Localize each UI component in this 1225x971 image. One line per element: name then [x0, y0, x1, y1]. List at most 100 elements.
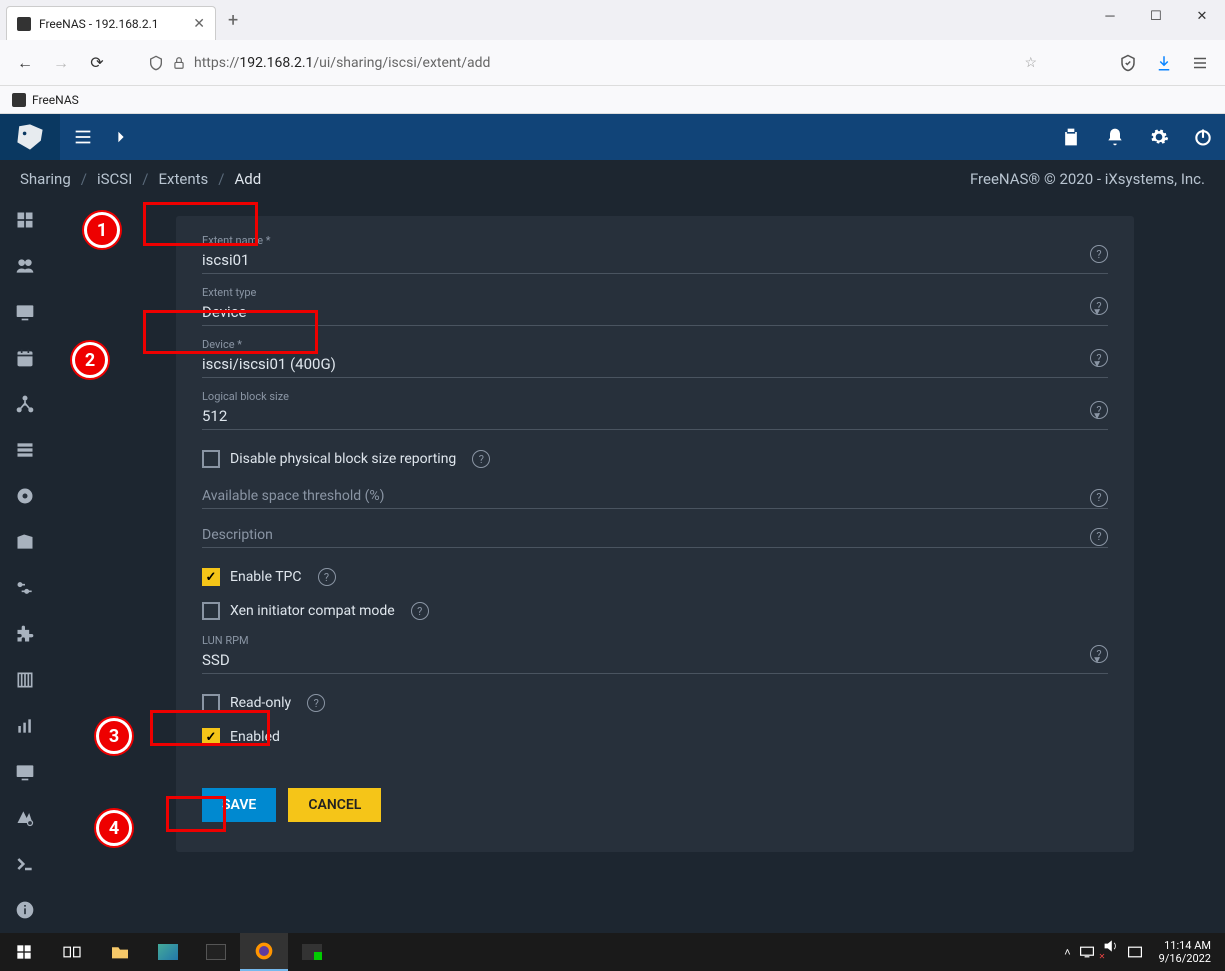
sidebar-guide-icon[interactable] — [13, 898, 37, 922]
help-icon[interactable]: ? — [1090, 245, 1108, 263]
checkbox-checked-icon[interactable]: ✓ — [202, 728, 220, 746]
bookmark-item[interactable]: FreeNAS — [32, 93, 79, 107]
disable-phys-row[interactable]: Disable physical block size reporting ? — [202, 442, 1108, 476]
freenas-logo-icon[interactable] — [0, 114, 60, 160]
save-button[interactable]: SAVE — [202, 788, 276, 822]
extent-type-field[interactable]: Extent type Device▼ ? — [202, 286, 1108, 326]
favicon-icon — [17, 17, 31, 31]
annotation-marker-4: 4 — [96, 810, 132, 846]
breadcrumb-extents[interactable]: Extents — [158, 170, 208, 188]
help-icon[interactable]: ? — [307, 694, 325, 712]
window-minimize[interactable]: ─ — [1087, 0, 1133, 32]
tray-clock[interactable]: 11:14 AM 9/16/2022 — [1151, 939, 1219, 965]
checkbox-unchecked-icon[interactable] — [202, 602, 220, 620]
sidebar-network-icon[interactable] — [13, 392, 37, 416]
clipboard-icon[interactable] — [1049, 114, 1093, 160]
sidebar-shell-icon[interactable] — [13, 852, 37, 876]
device-label: Device * — [202, 338, 1108, 351]
browser-toolbar: ← → ⟳ https://192.168.2.1/ui/sharing/isc… — [0, 40, 1225, 86]
taskbar-app2-icon[interactable] — [288, 933, 336, 971]
chevron-right-icon[interactable] — [106, 130, 136, 144]
form-card: Extent name * iscsi01 ? Extent type Devi… — [176, 216, 1134, 852]
sidebar-storage-icon[interactable] — [13, 438, 37, 462]
help-icon[interactable]: ? — [1090, 645, 1108, 663]
checkbox-unchecked-icon[interactable] — [202, 694, 220, 712]
bookmark-favicon-icon — [12, 93, 26, 107]
taskbar-app-icon[interactable] — [144, 933, 192, 971]
sidebar-accounts-icon[interactable] — [13, 254, 37, 278]
enable-tpc-row[interactable]: ✓ Enable TPC ? — [202, 560, 1108, 594]
sidebar-nav — [0, 198, 50, 933]
sidebar-toggle-button[interactable] — [60, 126, 106, 148]
bookmark-star-icon[interactable]: ☆ — [1024, 55, 1037, 71]
readonly-row[interactable]: Read-only ? — [202, 686, 1108, 720]
help-icon[interactable]: ? — [1090, 528, 1108, 546]
sidebar-services-icon[interactable] — [13, 576, 37, 600]
sidebar-display-icon[interactable] — [13, 806, 37, 830]
breadcrumb-iscsi[interactable]: iSCSI — [97, 170, 132, 188]
new-tab-button[interactable]: + — [216, 10, 250, 31]
breadcrumb-sharing[interactable]: Sharing — [20, 170, 71, 188]
taskbar-explorer-icon[interactable] — [96, 933, 144, 971]
threshold-label: Available space threshold (%) — [202, 488, 1108, 504]
reload-button[interactable]: ⟳ — [82, 48, 112, 78]
menu-icon[interactable] — [1185, 48, 1215, 78]
tray-chevron-icon[interactable]: ˄ — [1064, 946, 1070, 959]
cancel-button[interactable]: CANCEL — [288, 788, 381, 822]
extent-name-field[interactable]: Extent name * iscsi01 ? — [202, 234, 1108, 274]
url-bar[interactable]: https://192.168.2.1/ui/sharing/iscsi/ext… — [138, 47, 1047, 79]
device-field[interactable]: Device * iscsi/iscsi01 (400G)▼ ? — [202, 338, 1108, 378]
back-button[interactable]: ← — [10, 48, 40, 78]
tab-close-icon[interactable]: ✕ — [193, 16, 205, 32]
extent-type-value: Device — [202, 303, 1092, 321]
checkbox-unchecked-icon[interactable] — [202, 450, 220, 468]
window-close[interactable]: ✕ — [1179, 0, 1225, 32]
sidebar-sharing-icon[interactable] — [13, 530, 37, 554]
sidebar-tasks-icon[interactable] — [13, 346, 37, 370]
settings-icon[interactable] — [1137, 114, 1181, 160]
help-icon[interactable]: ? — [472, 450, 490, 468]
sidebar-directory-icon[interactable] — [13, 484, 37, 508]
help-icon[interactable]: ? — [1090, 401, 1108, 419]
help-icon[interactable]: ? — [1090, 297, 1108, 315]
task-view-button[interactable] — [48, 933, 96, 971]
tray-volume-icon[interactable]: ✕ — [1103, 939, 1119, 966]
taskbar-firefox-icon[interactable] — [240, 933, 288, 971]
sidebar-plugins-icon[interactable] — [13, 622, 37, 646]
sidebar-dashboard-icon[interactable] — [13, 208, 37, 232]
download-icon[interactable] — [1149, 48, 1179, 78]
tray-notifications-icon[interactable] — [1127, 945, 1143, 959]
breadcrumb: Sharing / iSCSI / Extents / Add FreeNAS®… — [0, 160, 1225, 198]
threshold-field[interactable]: Available space threshold (%) ? — [202, 486, 1108, 509]
help-icon[interactable]: ? — [1090, 489, 1108, 507]
start-button[interactable] — [0, 933, 48, 971]
tab-title: FreeNAS - 192.168.2.1 — [39, 17, 185, 31]
forward-button[interactable]: → — [46, 48, 76, 78]
sidebar-system-icon[interactable] — [13, 300, 37, 324]
readonly-label: Read-only — [230, 695, 291, 711]
help-icon[interactable]: ? — [318, 568, 336, 586]
help-icon[interactable]: ? — [411, 602, 429, 620]
annotation-marker-3: 3 — [96, 718, 132, 754]
notifications-icon[interactable] — [1093, 114, 1137, 160]
enabled-row[interactable]: ✓ Enabled — [202, 720, 1108, 754]
pocket-icon[interactable] — [1113, 48, 1143, 78]
checkbox-checked-icon[interactable]: ✓ — [202, 568, 220, 586]
sidebar-vm-icon[interactable] — [13, 760, 37, 784]
browser-tab-active[interactable]: FreeNAS - 192.168.2.1 ✕ — [6, 6, 216, 40]
taskbar-terminal-icon[interactable] — [192, 933, 240, 971]
window-maximize[interactable]: ☐ — [1133, 0, 1179, 32]
annotation-marker-1: 1 — [84, 212, 120, 248]
url-text: https://192.168.2.1/ui/sharing/iscsi/ext… — [194, 55, 1016, 71]
browser-tabs: FreeNAS - 192.168.2.1 ✕ + — [0, 0, 1225, 40]
xen-row[interactable]: Xen initiator compat mode ? — [202, 594, 1108, 628]
tray-network-icon[interactable] — [1079, 945, 1095, 959]
help-icon[interactable]: ? — [1090, 349, 1108, 367]
power-icon[interactable] — [1181, 114, 1225, 160]
sidebar-reporting-icon[interactable] — [13, 714, 37, 738]
description-field[interactable]: Description ? — [202, 525, 1108, 548]
sidebar-jails-icon[interactable] — [13, 668, 37, 692]
enabled-label: Enabled — [230, 729, 280, 745]
logical-block-size-field[interactable]: Logical block size 512▼ ? — [202, 390, 1108, 430]
lun-rpm-field[interactable]: LUN RPM SSD▼ ? — [202, 634, 1108, 674]
